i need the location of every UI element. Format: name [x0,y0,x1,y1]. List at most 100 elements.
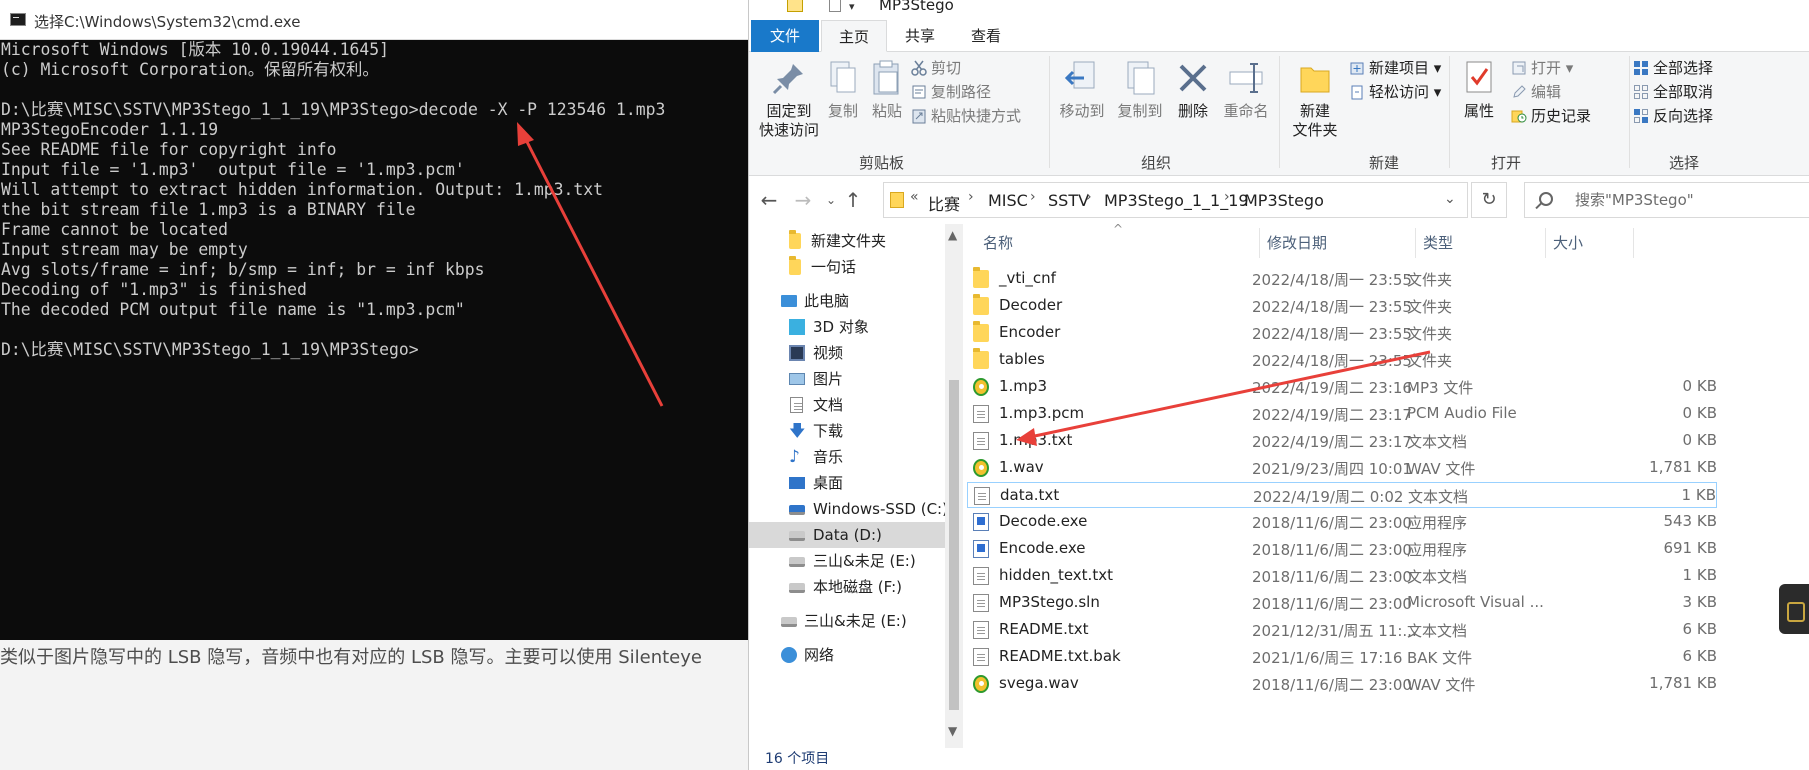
scroll-up-icon[interactable]: ▲ [948,228,957,242]
nav-item[interactable]: 一句话 [749,254,945,280]
paste-shortcut-button[interactable]: 粘贴快捷方式 [911,104,1021,128]
invert-selection-button[interactable]: 反向选择 [1633,104,1713,128]
file-row[interactable]: svega.wav 2018/11/6/周二 23:00 WAV 文件 1,781 K… [967,671,1717,697]
file-type: 应用程序 [1407,541,1468,559]
easy-access-button[interactable]: 轻松访问 ▾ [1349,80,1441,104]
open-button[interactable]: 打开 ▾ [1511,56,1573,80]
nav-item[interactable]: 网络 [749,642,945,668]
tab-share[interactable]: 共享 [887,20,953,52]
file-explorer-window[interactable]: ▾ MP3Stego 文件 主页 共享 查看 固定到 快速访问 复制 粘贴 剪切… [748,0,1809,770]
cut-button[interactable]: 剪切 [911,56,961,80]
nav-item[interactable]: 新建文件夹 [749,228,945,254]
cmd-title-bar[interactable]: 选择C:\Windows\System32\cmd.exe [0,0,748,40]
nav-item[interactable]: 本地磁盘 (F:) [749,574,945,600]
copy-button[interactable]: 复制 [821,58,865,121]
back-arrow-icon[interactable]: ← [755,184,783,216]
paste-button[interactable]: 粘贴 [865,58,909,121]
file-row[interactable]: 1.mp3 2022/4/19/周二 23:16 MP3 文件 0 KB [967,374,1717,400]
delete-button[interactable]: 删除 [1169,58,1217,121]
tab-file[interactable]: 文件 [751,20,819,52]
nav-item[interactable]: 此电脑 [749,288,945,314]
edit-button[interactable]: 编辑 [1511,80,1561,104]
explorer-title-bar[interactable]: ▾ MP3Stego [749,0,1809,18]
breadcrumb-chevron-icon[interactable]: › [968,189,974,205]
new-folder-button[interactable]: 新建 文件夹 [1285,58,1345,140]
address-bar[interactable]: « 比赛 › MISC › SSTV › MP3Stego_1_1_19 › M… [883,182,1468,218]
rename-button[interactable]: 重命名 [1217,58,1275,121]
breadcrumb-chevron-icon[interactable]: › [1030,189,1036,205]
new-item-button[interactable]: 新建项目 ▾ [1349,56,1441,80]
file-row[interactable]: MP3Stego.sln 2018/11/6/周二 23:00 Microsoft … [967,590,1717,616]
media-file-icon [973,378,989,396]
breadcrumb[interactable]: SSTV [1048,191,1089,210]
column-header-size[interactable]: 大小 [1553,232,1583,253]
breadcrumb[interactable]: MISC [988,191,1028,210]
scroll-thumb[interactable] [949,380,959,710]
properties-check-icon [1459,58,1499,98]
nav-item[interactable]: 三山&未足 (E:) [749,608,945,634]
column-header-type[interactable]: 类型 [1423,232,1453,253]
cmd-window[interactable]: 选择C:\Windows\System32\cmd.exe Microsoft … [0,0,748,640]
column-header-name[interactable]: 名称 [983,232,1013,253]
file-row[interactable]: tables 2022/4/18/周一 23:55 文件夹 [967,347,1717,373]
tab-view[interactable]: 查看 [953,20,1019,52]
nav-item[interactable]: 桌面 [749,470,945,496]
refresh-icon[interactable]: ↻ [1471,182,1507,218]
column-divider[interactable] [1259,228,1260,258]
nav-item[interactable]: Windows-SSD (C:) [749,496,948,522]
column-divider[interactable] [1415,228,1416,258]
forward-arrow-icon[interactable]: → [789,184,817,216]
properties-quick-icon[interactable] [829,0,841,12]
column-divider[interactable] [1545,228,1546,258]
move-to-button[interactable]: 移动到 [1053,58,1111,121]
file-row-focused[interactable]: data.txt 2022/4/19/周二 0:02 文本文档 1 KB [967,482,1717,508]
breadcrumb-chevron-icon[interactable]: › [1086,189,1092,205]
nav-item[interactable]: 🡇 下载 [749,418,945,444]
file-row[interactable]: Decode.exe 2018/11/6/周二 23:00 应用程序 543 KB [967,509,1717,535]
breadcrumb[interactable]: 比赛 [928,191,960,215]
file-row[interactable]: README.txt 2021/12/31/周五 11:... 文本文档 6 KB [967,617,1717,643]
pin-quick-access-button[interactable]: 固定到 快速访问 [757,58,821,140]
chevron-down-icon[interactable]: ⌄ [1444,191,1456,207]
up-arrow-icon[interactable]: ↑ [839,184,867,216]
file-row[interactable]: _vti_cnf 2022/4/18/周一 23:55 文件夹 [967,266,1717,292]
column-header-date[interactable]: 修改日期 [1267,232,1327,253]
nav-item[interactable]: ♪ 音乐 [749,444,945,470]
file-row[interactable]: README.txt.bak 2021/1/6/周三 17:16 BAK 文件 6 K… [967,644,1717,670]
nav-item[interactable]: 3D 对象 [749,314,945,340]
file-row[interactable]: Encode.exe 2018/11/6/周二 23:00 应用程序 691 KB [967,536,1717,562]
file-row[interactable]: 1.mp3.pcm 2022/4/19/周二 23:17 PCM Audio Fil… [967,401,1717,427]
file-row[interactable]: hidden_text.txt 2018/11/6/周二 23:00 文本文档 1 K… [967,563,1717,589]
breadcrumb-chevron-icon[interactable]: › [1224,189,1230,205]
nav-item-selected[interactable]: Data (D:) [749,522,945,548]
navigation-pane[interactable]: 新建文件夹 一句话 此电脑 3D 对象 视频 图片 文档 🡇 下载 ♪ 音乐 桌面 … [749,224,948,748]
cmd-line: The decoded PCM output file name is "1.m… [1,300,465,319]
copy-path-button[interactable]: 复制路径 [911,80,991,104]
column-divider[interactable] [1633,228,1634,258]
cmd-prompt[interactable]: D:\比赛\MISC\SSTV\MP3Stego_1_1_19\MP3Stego… [1,340,419,360]
overflow-chevron-icon[interactable]: « [910,189,919,205]
breadcrumb[interactable]: MP3Stego [1244,191,1324,210]
copy-to-button[interactable]: 复制到 [1111,58,1169,121]
file-type: 文本文档 [1407,568,1468,586]
history-button[interactable]: 历史记录 [1511,104,1591,128]
file-row[interactable]: 1.wav 2021/9/23/周四 10:01 WAV 文件 1,781 KB [967,455,1717,481]
file-row[interactable]: Decoder 2022/4/18/周一 23:55 文件夹 [967,293,1717,319]
search-input[interactable]: 搜索"MP3Stego" [1524,182,1809,218]
nav-item[interactable]: 图片 [749,366,945,392]
nav-item[interactable]: 三山&未足 (E:) [749,548,945,574]
nav-scrollbar[interactable]: ▲ ▼ [945,224,963,748]
select-none-button[interactable]: 全部取消 [1633,80,1713,104]
file-row[interactable]: Encoder 2022/4/18/周一 23:55 文件夹 [967,320,1717,346]
file-list[interactable]: 名称 ^ 修改日期 类型 大小 _vti_cnf 2022/4/18/周一 23:… [963,222,1809,748]
properties-button[interactable]: 属性 [1453,58,1505,121]
chevron-down-icon[interactable]: ▾ [849,0,855,13]
cmd-console[interactable]: Microsoft Windows [版本 10.0.19044.1645] (… [0,40,748,640]
scroll-down-icon[interactable]: ▼ [948,724,957,738]
nav-item[interactable]: 文档 [749,392,945,418]
side-tool-icon[interactable] [1779,584,1809,634]
tab-home[interactable]: 主页 [821,20,887,52]
nav-item[interactable]: 视频 [749,340,945,366]
file-row[interactable]: 1.mp3.txt 2022/4/19/周二 23:17 文本文档 0 KB [967,428,1717,454]
select-all-button[interactable]: 全部选择 [1633,56,1713,80]
